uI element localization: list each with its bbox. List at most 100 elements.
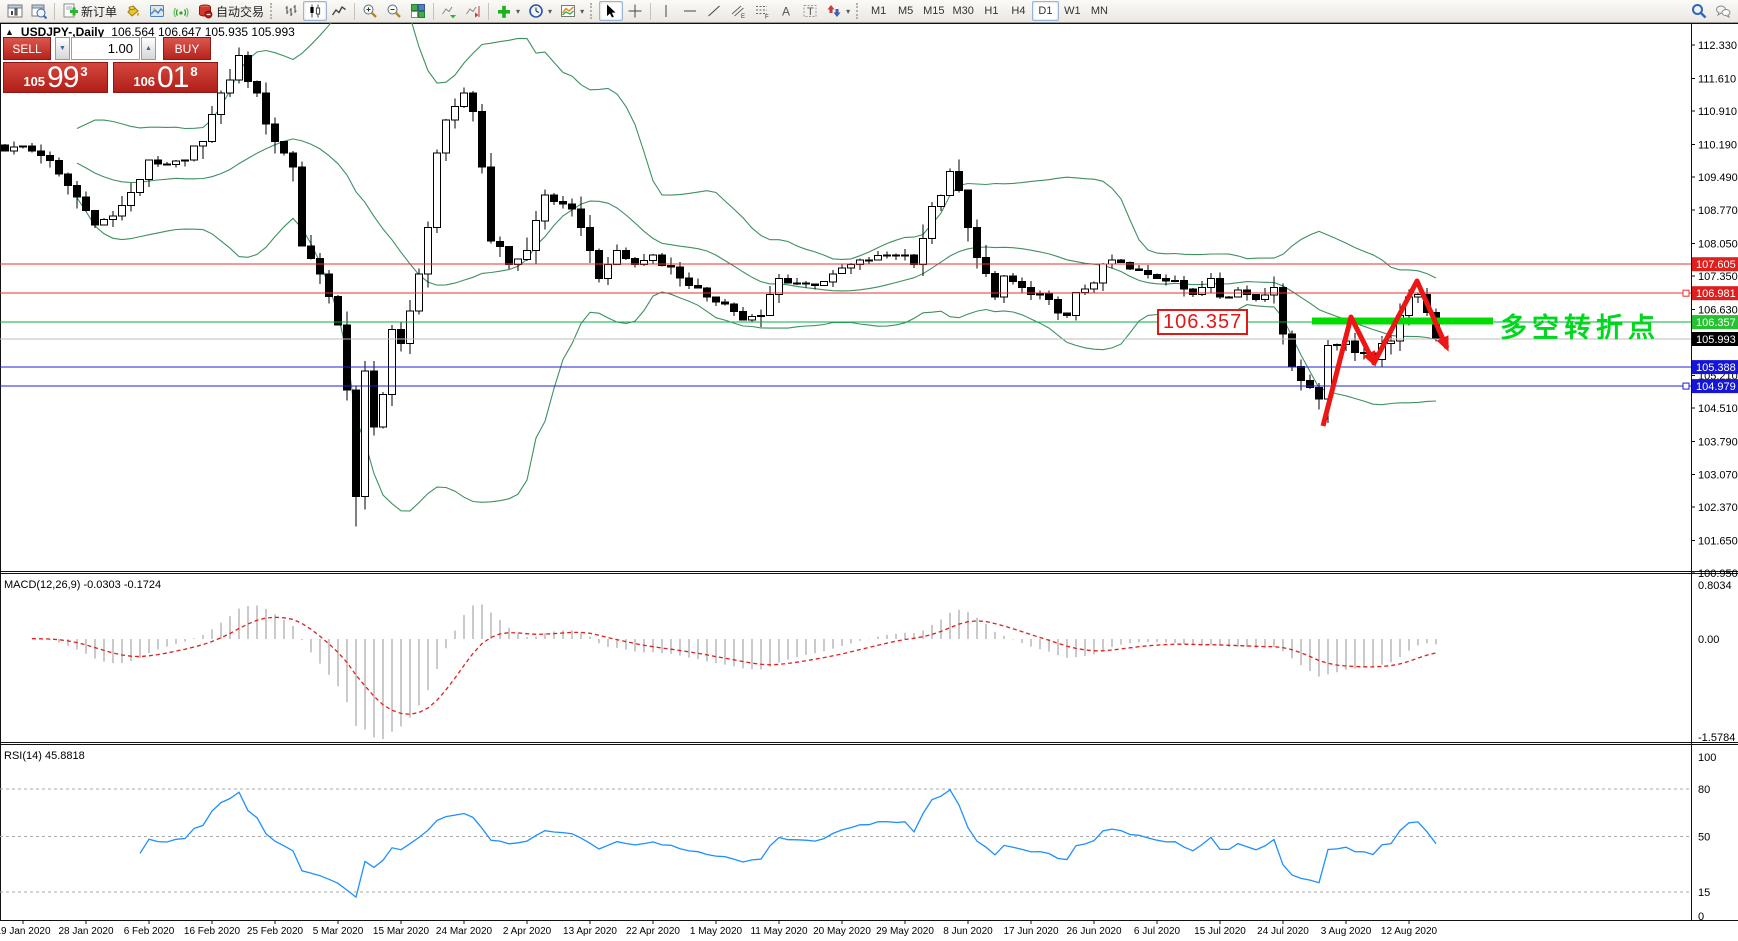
vertical-line-button[interactable]: [654, 1, 678, 21]
price-axis-tick: 108.050: [1698, 239, 1738, 251]
svg-text:F: F: [765, 15, 769, 20]
line-chart-button[interactable]: [327, 1, 351, 21]
search-icon: [1691, 3, 1707, 19]
indicators-button[interactable]: ▾: [492, 1, 524, 21]
macd-axis-tick: 0.8034: [1698, 580, 1732, 592]
fibonacci-button[interactable]: F: [750, 1, 774, 21]
date-axis-label: 5 Mar 2020: [313, 926, 364, 937]
price-callout-label[interactable]: 106.357: [1157, 309, 1248, 335]
chat-button[interactable]: [1711, 1, 1735, 21]
candle: [119, 206, 126, 216]
timeframe-h1[interactable]: H1: [978, 1, 1005, 21]
buy-price-button[interactable]: 106 01 8: [113, 62, 218, 93]
candle: [128, 193, 135, 206]
new-order-button[interactable]: 新订单: [58, 1, 121, 21]
periods-button[interactable]: ▾: [524, 1, 556, 21]
vertical-line-icon: [658, 3, 674, 19]
rsi-label: RSI(14) 45.8818: [4, 750, 85, 762]
date-axis-label: 20 May 2020: [813, 926, 871, 937]
candle: [371, 371, 378, 427]
candle: [29, 146, 36, 151]
toolbar-separator: [433, 3, 434, 20]
date-axis-label: 13 Apr 2020: [563, 926, 617, 937]
autotrading-button[interactable]: 自动交易: [193, 1, 268, 21]
timeframe-m30[interactable]: M30: [949, 1, 978, 21]
profiles-window-button[interactable]: [27, 1, 51, 21]
candle: [866, 260, 873, 261]
candle: [668, 266, 675, 267]
line-chart-icon: [331, 3, 347, 19]
candle: [749, 317, 756, 320]
toolbar-drag-handle[interactable]: [590, 3, 597, 19]
templates-button[interactable]: ▾: [556, 1, 588, 21]
candle: [308, 246, 315, 259]
chart-shift-button[interactable]: [461, 1, 485, 21]
channel-icon: E: [730, 3, 746, 19]
bar-chart-icon: [283, 3, 299, 19]
styler-button[interactable]: [121, 1, 145, 21]
template-chart-icon: [560, 3, 576, 19]
auto-scroll-button[interactable]: [437, 1, 461, 21]
equidistant-channel-button[interactable]: E: [726, 1, 750, 21]
collapse-panel-icon[interactable]: ▲: [5, 27, 14, 37]
bar-chart-button[interactable]: [279, 1, 303, 21]
signals-button[interactable]: [169, 1, 193, 21]
candle: [875, 256, 882, 260]
candle: [281, 142, 288, 154]
timeframe-m15[interactable]: M15: [919, 1, 948, 21]
candle: [551, 195, 558, 201]
toolbar-drag-handle[interactable]: [856, 3, 863, 19]
volume-input[interactable]: 1.00: [71, 37, 140, 60]
candle: [758, 316, 765, 317]
turning-point-annotation[interactable]: 多空转折点: [1500, 306, 1660, 345]
candle: [1352, 341, 1359, 353]
zoom-in-button[interactable]: [358, 1, 382, 21]
candle: [1136, 269, 1143, 270]
line-handle[interactable]: [1683, 290, 1689, 296]
timeframe-m5[interactable]: M5: [892, 1, 919, 21]
trendline-button[interactable]: [702, 1, 726, 21]
label-icon: T: [802, 3, 818, 19]
horizontal-line-button[interactable]: [678, 1, 702, 21]
sell-price-button[interactable]: 105 99 3: [3, 62, 108, 93]
candlestick-chart-button[interactable]: [303, 1, 327, 21]
buy-price-point: 8: [190, 65, 197, 78]
arrows-button[interactable]: ▾: [822, 1, 854, 21]
volume-decrease-button[interactable]: ▼: [55, 37, 70, 60]
price-axis-tick: 108.770: [1698, 205, 1738, 217]
timeframe-w1[interactable]: W1: [1059, 1, 1086, 21]
candle: [794, 283, 801, 284]
new-chart-button[interactable]: [3, 1, 27, 21]
timeframe-m1[interactable]: M1: [865, 1, 892, 21]
candle: [254, 81, 261, 92]
price-axis-tick: 102.370: [1698, 502, 1738, 514]
green-level-bar[interactable]: [1312, 318, 1493, 325]
candle: [263, 93, 270, 124]
line-handle[interactable]: [1683, 383, 1689, 389]
search-button[interactable]: [1687, 1, 1711, 21]
volume-increase-button[interactable]: ▲: [141, 37, 156, 60]
profile-button[interactable]: [145, 1, 169, 21]
one-click-top-row: SELL ▼ 1.00 ▲ BUY: [3, 37, 218, 60]
candlestick-icon: [307, 3, 323, 19]
crosshair-button[interactable]: [623, 1, 647, 21]
text-label-button[interactable]: T: [798, 1, 822, 21]
text-button[interactable]: A: [774, 1, 798, 21]
sell-button[interactable]: SELL: [3, 37, 51, 60]
toolbar-drag-handle[interactable]: [270, 3, 277, 19]
candle: [191, 146, 198, 160]
date-axis-label: 16 Feb 2020: [184, 926, 241, 937]
candle: [1073, 292, 1080, 315]
timeframe-h4[interactable]: H4: [1005, 1, 1032, 21]
candle: [497, 241, 504, 246]
candle: [209, 115, 216, 142]
cursor-button[interactable]: [599, 1, 623, 21]
candle: [1037, 294, 1044, 295]
timeframe-mn[interactable]: MN: [1086, 1, 1113, 21]
date-axis-label: 15 Jul 2020: [1194, 926, 1246, 937]
zoom-out-button[interactable]: [382, 1, 406, 21]
tile-windows-button[interactable]: [406, 1, 430, 21]
candle: [74, 186, 81, 198]
buy-button[interactable]: BUY: [163, 37, 211, 60]
timeframe-d1[interactable]: D1: [1032, 1, 1059, 21]
